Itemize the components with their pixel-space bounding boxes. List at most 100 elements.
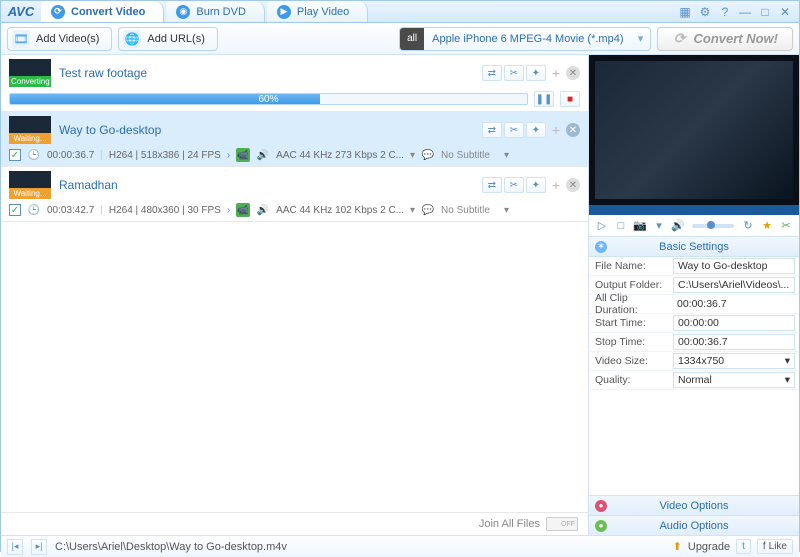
video-options-row[interactable]: ●Video Options — [589, 495, 799, 515]
basic-settings-header[interactable]: ✶Basic Settings — [589, 237, 799, 257]
scissors-icon[interactable]: ✂ — [779, 219, 793, 233]
status-badge: Waiting... — [9, 188, 51, 199]
file-list: Converting Test raw footage ⇄ ✂ ✦ + ✕ 60… — [1, 55, 588, 512]
tab-burn-dvd[interactable]: ◉Burn DVD — [166, 1, 265, 22]
remove-button[interactable]: ✕ — [566, 66, 580, 80]
swap-icon[interactable]: ⇄ — [482, 65, 502, 81]
play-button[interactable]: ▷ — [595, 219, 609, 233]
convert-now-button[interactable]: ⟳Convert Now! — [657, 27, 794, 51]
quality-field[interactable]: Normal▾ — [673, 372, 795, 388]
subtitle-selector[interactable]: No Subtitle▾ — [441, 150, 509, 161]
help-icon[interactable]: ? — [717, 4, 733, 20]
stop-button[interactable]: ■ — [560, 91, 580, 107]
app-logo: AVC — [1, 1, 41, 22]
main-area: Converting Test raw footage ⇄ ✂ ✦ + ✕ 60… — [1, 55, 799, 535]
stop-time-field[interactable]: 00:00:36.7 — [673, 334, 795, 350]
upgrade-link[interactable]: Upgrade — [688, 541, 730, 553]
scissors-icon[interactable]: ✂ — [504, 65, 524, 81]
start-time-field[interactable]: 00:00:00 — [673, 315, 795, 331]
video-size-field[interactable]: 1334x750▾ — [673, 353, 795, 369]
next-button[interactable]: ▸| — [31, 539, 47, 555]
current-path: C:\Users\Ariel\Desktop\Way to Go-desktop… — [55, 541, 287, 553]
rotate-button[interactable]: ↻ — [741, 219, 755, 233]
player-controls: ▷ □ 📷 ▾ 🔊 ↻ ★ ✂ — [589, 215, 799, 237]
chevron-down-icon[interactable]: ▾ — [632, 32, 650, 45]
titlebar: AVC ⟳Convert Video ◉Burn DVD ▶Play Video… — [1, 1, 799, 23]
stop-button[interactable]: □ — [614, 219, 628, 233]
scissors-icon[interactable]: ✂ — [504, 177, 524, 193]
subtitle-icon: 💬 — [421, 148, 435, 162]
plus-icon[interactable]: + — [552, 177, 560, 193]
option-label: Audio Options — [659, 520, 728, 532]
volume-icon[interactable]: 🔊 — [671, 219, 685, 233]
remove-button[interactable]: ✕ — [566, 123, 580, 137]
tab-play-video[interactable]: ▶Play Video — [267, 1, 368, 22]
add-videos-button[interactable]: 🎞Add Video(s) — [7, 27, 112, 51]
list-item[interactable]: Waiting... Ramadhan ⇄ ✂ ✦ + ✕ ✓ 🕒 00:03:… — [1, 167, 588, 222]
upgrade-icon[interactable]: ⬆ — [673, 540, 682, 553]
window-controls: ▦ ⚙ ? — □ ✕ — [677, 1, 799, 22]
plus-icon[interactable]: + — [552, 65, 560, 81]
join-toggle[interactable]: OFF — [546, 517, 578, 531]
subtitle-selector[interactable]: No Subtitle▾ — [441, 205, 509, 216]
video-spec: H264 | 518x386 | 24 FPS — [109, 150, 221, 161]
video-icon: 📹 — [236, 148, 250, 162]
play-icon: ▶ — [277, 5, 291, 19]
maximize-icon[interactable]: □ — [757, 4, 773, 20]
plus-icon[interactable]: + — [552, 122, 560, 138]
disc-icon: ◉ — [176, 5, 190, 19]
wand-icon[interactable]: ✦ — [526, 122, 546, 138]
chevron-down-icon[interactable]: ▾ — [652, 219, 666, 233]
scissors-icon[interactable]: ✂ — [504, 122, 524, 138]
swap-icon[interactable]: ⇄ — [482, 177, 502, 193]
output-folder-label: Output Folder: — [589, 279, 673, 291]
subtitle-icon: 💬 — [421, 203, 435, 217]
globe-icon: ✶ — [595, 241, 607, 253]
minimize-icon[interactable]: — — [737, 4, 753, 20]
volume-slider[interactable] — [692, 224, 734, 228]
settings-icon[interactable]: ▦ — [677, 4, 693, 20]
preview-area[interactable] — [589, 55, 799, 205]
list-item[interactable]: Waiting... Way to Go-desktop ⇄ ✂ ✦ + ✕ ✓… — [1, 112, 588, 167]
checkbox[interactable]: ✓ — [9, 204, 21, 216]
item-title[interactable]: Way to Go-desktop — [59, 123, 161, 137]
swap-icon[interactable]: ⇄ — [482, 122, 502, 138]
toolbar: 🎞Add Video(s) 🌐Add URL(s) all Apple iPho… — [1, 23, 799, 55]
clock-icon: 🕒 — [27, 148, 41, 162]
like-label: Like — [769, 541, 787, 552]
film-plus-icon: 🎞 — [12, 30, 30, 48]
output-folder-field[interactable]: C:\Users\Ariel\Videos\... — [673, 277, 795, 293]
filename-field[interactable]: Way to Go-desktop — [673, 258, 795, 274]
chevron-down-icon: ▾ — [785, 355, 790, 367]
twitter-icon: t — [742, 541, 745, 552]
output-profile-selector[interactable]: all Apple iPhone 6 MPEG-4 Movie (*.mp4) … — [399, 27, 650, 51]
stop-time-label: Stop Time: — [589, 336, 673, 348]
right-panel: ▷ □ 📷 ▾ 🔊 ↻ ★ ✂ ✶Basic Settings File Nam… — [589, 55, 799, 535]
add-urls-button[interactable]: 🌐Add URL(s) — [118, 27, 217, 51]
settings-table: File Name:Way to Go-desktop Output Folde… — [589, 257, 799, 495]
star-icon[interactable]: ★ — [760, 219, 774, 233]
audio-options-row[interactable]: ●Audio Options — [589, 515, 799, 535]
video-dot-icon: ● — [595, 500, 607, 512]
tab-label: Convert Video — [71, 6, 145, 18]
pause-button[interactable]: ❚❚ — [534, 91, 554, 107]
audio-icon: 🔊 — [256, 203, 270, 217]
wand-icon[interactable]: ✦ — [526, 65, 546, 81]
gear-icon[interactable]: ⚙ — [697, 4, 713, 20]
wand-icon[interactable]: ✦ — [526, 177, 546, 193]
tab-convert-video[interactable]: ⟳Convert Video — [41, 1, 164, 22]
file-list-panel: Converting Test raw footage ⇄ ✂ ✦ + ✕ 60… — [1, 55, 589, 535]
checkbox[interactable]: ✓ — [9, 149, 21, 161]
item-title[interactable]: Test raw footage — [59, 66, 147, 80]
globe-plus-icon: 🌐 — [123, 30, 141, 48]
list-item[interactable]: Converting Test raw footage ⇄ ✂ ✦ + ✕ 60… — [1, 55, 588, 112]
close-icon[interactable]: ✕ — [777, 4, 793, 20]
statusbar: |◂ ▸| C:\Users\Ariel\Desktop\Way to Go-d… — [1, 535, 799, 557]
item-title[interactable]: Ramadhan — [59, 178, 118, 192]
prev-button[interactable]: |◂ — [7, 539, 23, 555]
preview-seekbar[interactable] — [589, 205, 799, 215]
progress-bar: 60% — [9, 93, 528, 105]
remove-button[interactable]: ✕ — [566, 178, 580, 192]
snapshot-button[interactable]: 📷 — [633, 219, 647, 233]
status-badge: Waiting... — [9, 133, 51, 144]
